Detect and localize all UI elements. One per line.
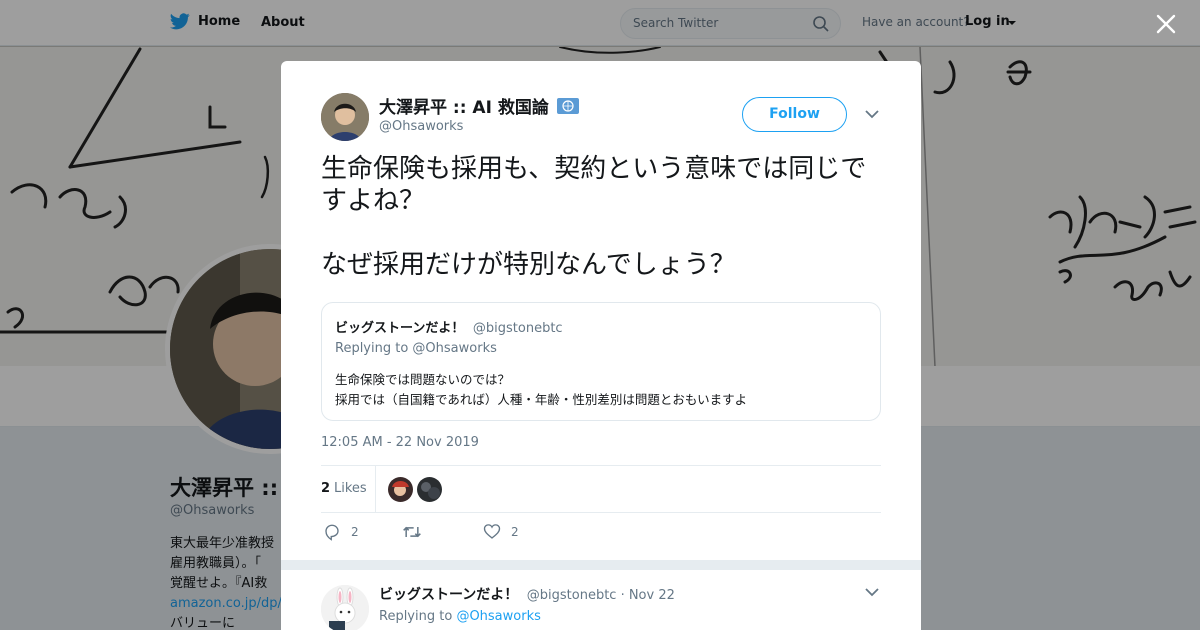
reply-count: 2: [351, 525, 359, 539]
close-icon[interactable]: [1154, 12, 1178, 36]
heart-icon: [483, 524, 501, 539]
liker-avatar[interactable]: [388, 477, 413, 502]
author-avatar-photo: [321, 93, 369, 141]
follow-button[interactable]: Follow: [742, 97, 847, 132]
replying-to-handle[interactable]: @Ohsaworks: [456, 609, 540, 624]
likes-label: Likes: [334, 481, 367, 496]
reply-button[interactable]: 2: [323, 523, 359, 541]
verified-badge-icon: [556, 97, 579, 114]
author-handle[interactable]: @Ohsaworks: [379, 119, 463, 134]
quoted-text: 生命保険では問題ないのでは？ 採用では（自国籍であれば）人種・年齢・性別差別は問…: [335, 372, 748, 407]
replying-to-prefix: Replying to: [379, 609, 453, 624]
reply-meta[interactable]: @bigstonebtc · Nov 22: [527, 588, 675, 603]
author-name[interactable]: 大澤昇平 :: AI 救国論: [379, 93, 579, 118]
likes-count: 2: [321, 481, 331, 496]
tweet-timestamp[interactable]: 12:05 AM - 22 Nov 2019: [321, 435, 479, 450]
reply-author-avatar[interactable]: [321, 585, 369, 630]
likes-stat[interactable]: 2 Likes: [321, 466, 376, 512]
tweet-modal: 大澤昇平 :: AI 救国論 @Ohsaworks Follow 生命保険も採用…: [281, 61, 921, 630]
quoted-author-name: ビッグストーンだよ！: [335, 321, 465, 336]
liker-avatar[interactable]: [417, 477, 442, 502]
retweet-icon: [403, 526, 421, 538]
quoted-replying-to: Replying to @Ohsaworks: [335, 341, 497, 356]
reply-replying-to: Replying to @Ohsaworks: [379, 609, 541, 624]
author-name-text: 大澤昇平 :: AI 救国論: [379, 98, 549, 118]
tweet-stats: 2 Likes: [321, 465, 881, 513]
replies-divider: [281, 560, 921, 570]
tweet-text: 生命保険も採用も、契約という意味では同じですよね？ なぜ採用だけが特別なんでしょ…: [321, 154, 867, 280]
author-avatar[interactable]: [321, 93, 369, 141]
reply-chevron-down-icon[interactable]: [865, 587, 879, 597]
quoted-author: ビッグストーンだよ！ @bigstonebtc: [335, 317, 563, 336]
tweet-actions: 2 2: [321, 523, 881, 545]
reply-icon: [325, 524, 339, 541]
retweet-button[interactable]: [402, 523, 432, 541]
quoted-tweet[interactable]: ビッグストーンだよ！ @bigstonebtc Replying to @Ohs…: [321, 302, 881, 421]
reply-author-name[interactable]: ビッグストーンだよ！: [379, 587, 518, 603]
rabbit-avatar-image: [321, 585, 369, 630]
like-count: 2: [511, 525, 519, 539]
quoted-author-handle: @bigstonebtc: [472, 321, 563, 336]
like-button[interactable]: 2: [483, 523, 519, 541]
reply-header: ビッグストーンだよ！ @bigstonebtc · Nov 22: [379, 584, 675, 604]
chevron-down-icon[interactable]: [865, 109, 879, 119]
